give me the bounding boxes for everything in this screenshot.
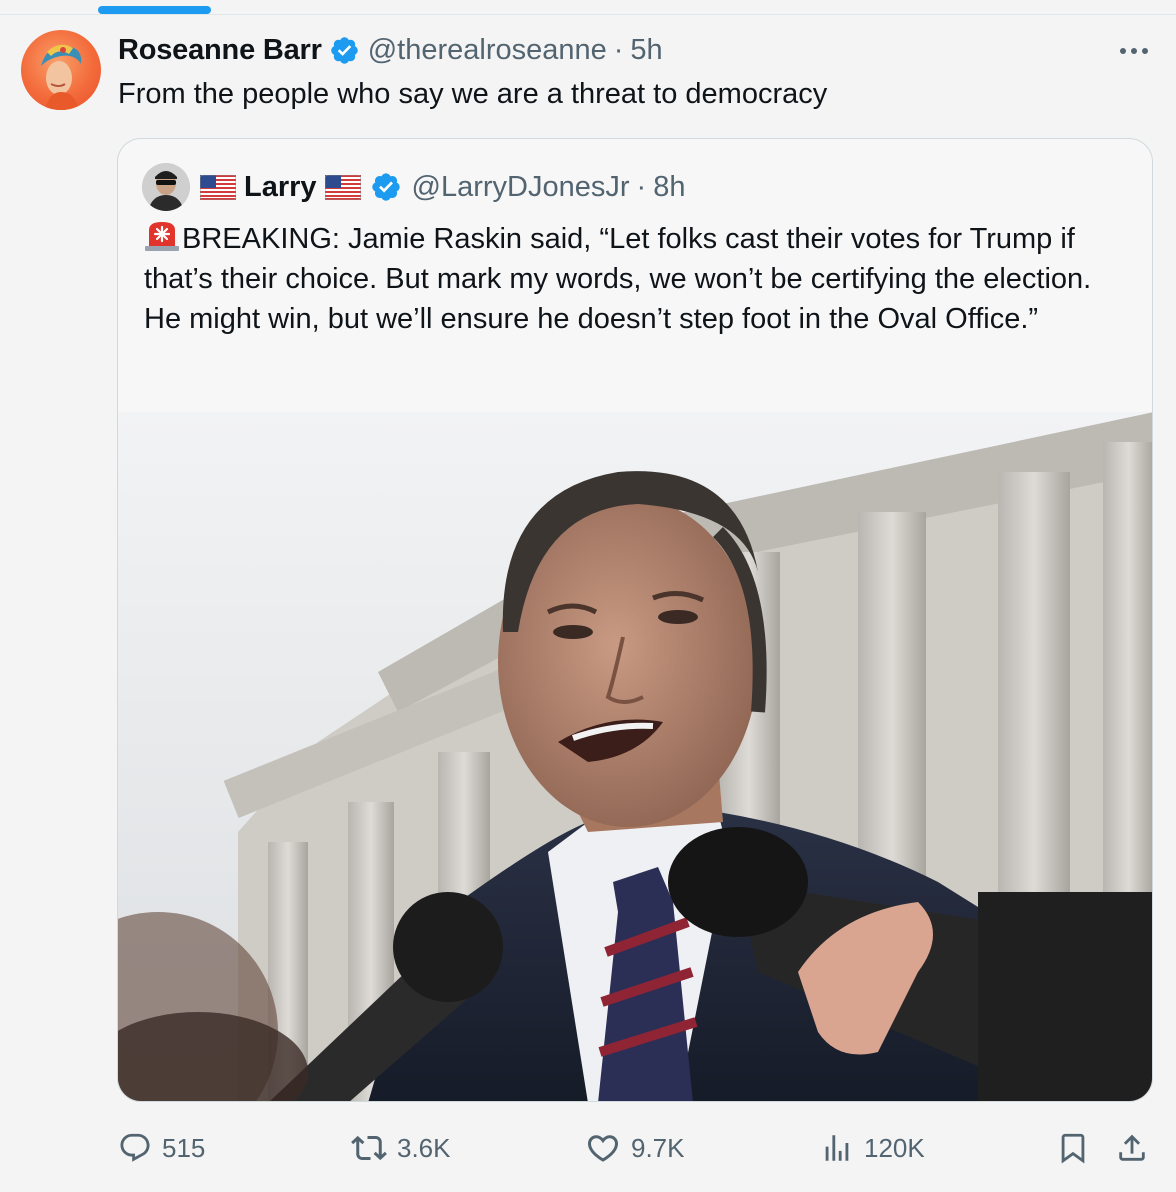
more-icon[interactable] [1116, 38, 1152, 64]
us-flag-icon [199, 174, 237, 200]
author-avatar[interactable] [21, 30, 101, 110]
heart-icon [585, 1130, 621, 1166]
quoted-author-display-name[interactable]: Larry [244, 171, 317, 204]
action-bar: 515 3.6K 9.7K 120K [0, 1122, 1176, 1174]
repost-icon [351, 1130, 387, 1166]
verified-badge-icon [329, 35, 360, 66]
author-display-name[interactable]: Roseanne Barr [118, 34, 322, 67]
quoted-tweet-header: Larry @LarryDJonesJr · 8h [199, 166, 685, 208]
analytics-icon [820, 1131, 854, 1165]
views-button[interactable]: 120K [820, 1122, 925, 1174]
quoted-author-avatar[interactable] [142, 163, 190, 211]
quoted-tweet-body: BREAKING: Jamie Raskin said, “Let folks … [144, 223, 1092, 335]
divider [0, 14, 1176, 15]
tweet-header: Roseanne Barr @therealroseanne · 5h [118, 30, 663, 70]
separator-dot: · [636, 170, 647, 203]
quoted-tweet-photo[interactable] [118, 412, 1152, 1101]
tweet-text: From the people who say we are a threat … [118, 78, 828, 110]
separator-dot: · [613, 33, 624, 66]
quoted-tweet-timestamp[interactable]: 8h [653, 171, 685, 204]
reply-count: 515 [162, 1132, 206, 1163]
verified-badge-icon [370, 171, 402, 203]
quoted-author-handle[interactable]: @LarryDJonesJr [412, 171, 630, 204]
quoted-tweet-text: BREAKING: Jamie Raskin said, “Let folks … [144, 219, 1134, 339]
repost-count: 3.6K [397, 1132, 451, 1163]
tweet-timestamp[interactable]: 5h [630, 34, 662, 67]
quoted-tweet-card[interactable]: Larry @LarryDJonesJr · 8h BREAKING: Jami… [117, 138, 1153, 1102]
tweet-view: Roseanne Barr @therealroseanne · 5h From… [0, 0, 1176, 1192]
reply-icon [118, 1131, 152, 1165]
tab-indicator [98, 6, 211, 14]
share-button[interactable] [1115, 1122, 1149, 1174]
police-car-light-icon [144, 220, 180, 252]
bookmark-icon [1056, 1131, 1090, 1165]
author-handle[interactable]: @therealroseanne [368, 34, 607, 67]
us-flag-icon [324, 174, 361, 200]
repost-button[interactable]: 3.6K [351, 1122, 451, 1174]
views-count: 120K [864, 1132, 925, 1163]
share-icon [1115, 1131, 1149, 1165]
reply-button[interactable]: 515 [118, 1122, 205, 1174]
like-count: 9.7K [631, 1132, 685, 1163]
bookmark-button[interactable] [1056, 1122, 1090, 1174]
like-button[interactable]: 9.7K [585, 1122, 685, 1174]
